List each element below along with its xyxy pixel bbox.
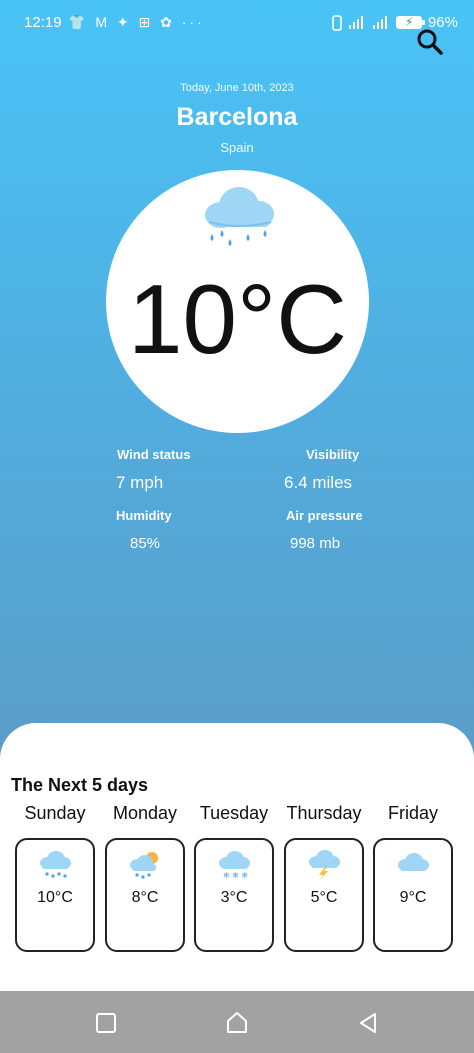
city-name: Barcelona xyxy=(176,103,298,131)
forecast-card[interactable]: 5°C xyxy=(284,838,364,952)
location-header: Today, June 10th, 2023 Barcelona Spain xyxy=(0,82,474,155)
forecast-panel: The Next 5 days Sunday 10°C Monday 8°C T… xyxy=(0,723,474,991)
square-icon xyxy=(96,1013,116,1033)
forecast-day: Thursday 5°C xyxy=(284,803,364,952)
day-name: Tuesday xyxy=(199,803,269,823)
day-temp: 3°C xyxy=(220,889,248,906)
day-name: Friday xyxy=(387,803,438,823)
day-temp: 10°C xyxy=(37,889,73,906)
svg-text:❄ ❄ ❄: ❄ ❄ ❄ xyxy=(223,871,248,880)
signal-icon-2 xyxy=(372,15,387,29)
day-name: Monday xyxy=(112,803,178,823)
search-icon xyxy=(417,29,443,55)
wind-status: Wind status xyxy=(117,447,191,462)
humidity-status: Humidity xyxy=(116,508,172,523)
pressure-status: Air pressure xyxy=(286,508,363,523)
day-temp: 9°C xyxy=(399,889,427,906)
forecast-card[interactable]: 10°C xyxy=(15,838,95,952)
forecast-day: Tuesday ❄ ❄ ❄ 3°C xyxy=(194,803,274,952)
current-temperature: 10°C xyxy=(128,264,347,374)
humidity-label: Humidity xyxy=(116,508,172,523)
status-bar: 12:19 👕 M ✦ ⊞ ✿ ··· ⚡ 96% xyxy=(0,0,474,48)
pressure-value-wrap: 998 mb xyxy=(290,535,340,552)
current-weather-circle: 10°C xyxy=(106,170,369,433)
home-button[interactable] xyxy=(223,1009,251,1037)
home-icon xyxy=(227,1012,247,1033)
wind-value-wrap: 7 mph xyxy=(116,473,163,493)
status-time: 12:19 xyxy=(24,14,62,31)
day-name: Sunday xyxy=(24,803,86,823)
cloud-lightning-icon xyxy=(309,850,340,880)
wind-value: 7 mph xyxy=(116,473,164,492)
pressure-label: Air pressure xyxy=(286,508,363,523)
signal-icon xyxy=(348,15,363,29)
day-name: Thursday xyxy=(286,803,362,823)
cloud-rain-icon xyxy=(40,851,71,878)
back-button[interactable] xyxy=(354,1009,382,1037)
date-label: Today, June 10th, 2023 xyxy=(180,82,294,94)
forecast-card[interactable]: 9°C xyxy=(373,838,453,952)
forecast-title: The Next 5 days xyxy=(11,775,149,795)
pressure-value: 998 mb xyxy=(290,535,341,552)
day-temp: 5°C xyxy=(310,889,338,906)
back-triangle-icon xyxy=(360,1013,376,1033)
visibility-value: 6.4 miles xyxy=(284,473,353,492)
day-temp: 8°C xyxy=(131,889,159,906)
cloud-icon xyxy=(398,853,429,871)
cloud-snow-icon: ❄ ❄ ❄ xyxy=(219,851,250,880)
forecast-card[interactable]: ❄ ❄ ❄ 3°C xyxy=(194,838,274,952)
search-button[interactable] xyxy=(416,28,446,58)
visibility-value-wrap: 6.4 miles xyxy=(284,473,352,493)
forecast-day: Friday 9°C xyxy=(373,803,453,952)
visibility-label: Visibility xyxy=(306,447,360,462)
humidity-value: 85% xyxy=(130,535,161,552)
humidity-value-wrap: 85% xyxy=(130,535,160,552)
cloud-rain-icon xyxy=(205,187,274,246)
forecast-card[interactable]: 8°C xyxy=(105,838,185,952)
recents-button[interactable] xyxy=(92,1009,120,1037)
country-name: Spain xyxy=(220,140,254,155)
forecast-day: Monday 8°C xyxy=(105,803,185,952)
wind-label: Wind status xyxy=(117,447,191,462)
sun-cloud-rain-icon xyxy=(130,852,158,879)
visibility-status: Visibility xyxy=(306,447,359,462)
forecast-day: Sunday 10°C xyxy=(15,803,95,952)
notification-icons: 👕 M ✦ ⊞ ✿ ··· xyxy=(68,14,205,30)
navigation-bar xyxy=(0,991,474,1053)
phone-icon xyxy=(332,14,342,31)
